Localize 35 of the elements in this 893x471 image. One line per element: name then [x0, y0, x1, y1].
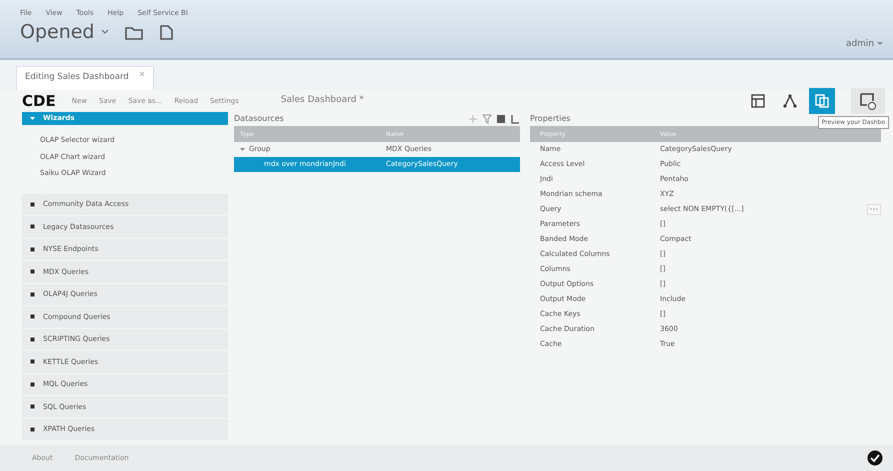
folder-icon [124, 24, 143, 40]
bullet-icon [30, 269, 35, 274]
bullet-icon [30, 336, 35, 342]
panel-title: Datasources [234, 113, 284, 125]
open-folder-button[interactable] [124, 24, 143, 40]
dashboard-title: Sales Dashboard * [280, 94, 364, 108]
bullet-icon [30, 292, 35, 297]
preview-button[interactable] [851, 88, 885, 114]
bullet-icon [30, 314, 35, 320]
close-icon [138, 71, 145, 77]
preview-icon [859, 92, 877, 110]
perspective-dropdown[interactable]: Opened [20, 22, 109, 42]
caret-down-icon [240, 147, 245, 152]
ellipsis-icon [870, 206, 878, 211]
bullet-icon [30, 426, 35, 432]
bullet-icon [30, 382, 35, 387]
network-icon [783, 94, 797, 108]
new-document-button[interactable] [158, 24, 173, 40]
filter-icon [482, 114, 492, 124]
copy-icon [815, 94, 829, 108]
bullet-icon [30, 404, 35, 410]
caret-icon [877, 41, 883, 46]
layout-icon [751, 94, 765, 108]
bullet-icon [30, 224, 35, 230]
caret-down-icon [30, 116, 35, 121]
check-circle-icon [867, 450, 883, 466]
bullet-icon [30, 202, 35, 207]
caret-icon [100, 29, 109, 36]
panel-title: Properties [530, 113, 570, 125]
bullet-icon [30, 246, 35, 252]
document-icon [158, 24, 173, 40]
bullet-icon [30, 359, 35, 364]
document-tab[interactable]: Editing Sales Dashboard [16, 66, 154, 90]
cde-logo: CDE [22, 90, 56, 112]
user-menu[interactable]: admin [846, 38, 883, 58]
